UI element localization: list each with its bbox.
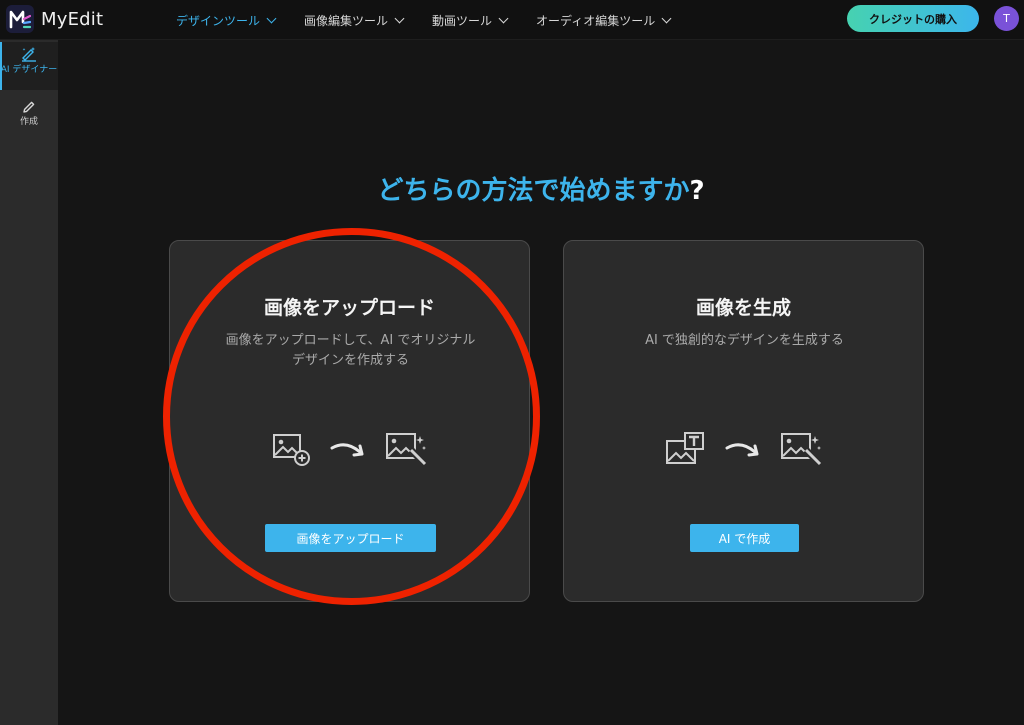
image-magic-icon bbox=[780, 433, 822, 467]
chevron-down-icon bbox=[661, 13, 672, 23]
card-description: AI で独創的なデザインを生成する bbox=[594, 331, 895, 351]
chevron-down-icon bbox=[394, 13, 405, 23]
card-illustration bbox=[564, 429, 923, 469]
nav-label: デザインツール bbox=[176, 13, 261, 28]
curved-arrow-icon bbox=[725, 443, 758, 457]
logo[interactable]: MyEdit bbox=[6, 5, 103, 33]
card-title: 画像を生成 bbox=[695, 297, 791, 319]
page-title: どちらの方法で始めますか? bbox=[58, 170, 1024, 207]
nav-label: 画像編集ツール bbox=[304, 13, 389, 28]
curved-arrow-icon bbox=[330, 443, 363, 457]
sidebar-item-label: AI デザイナー bbox=[0, 65, 58, 75]
image-magic-icon bbox=[385, 433, 427, 467]
sidebar-item-label: 作成 bbox=[19, 117, 38, 127]
image-text-icon bbox=[665, 432, 704, 464]
card-illustration bbox=[170, 429, 529, 469]
nav-image-edit-tools[interactable]: 画像編集ツール bbox=[304, 12, 405, 29]
avatar[interactable]: T bbox=[994, 6, 1019, 31]
app-name: MyEdit bbox=[41, 8, 104, 30]
nav-label: 動画ツール bbox=[432, 13, 493, 28]
ai-create-button[interactable]: AI で作成 bbox=[690, 524, 799, 552]
page-title-suffix: ? bbox=[689, 176, 705, 206]
buy-credits-button[interactable]: クレジットの購入 bbox=[847, 5, 979, 32]
image-add-icon bbox=[272, 434, 310, 466]
card-description: 画像をアップロードして、AI でオリジナル デザインを作成する bbox=[200, 331, 501, 371]
sidebar-item-create[interactable]: 作成 bbox=[0, 100, 58, 127]
top-bar: MyEdit デザインツール 画像編集ツール 動画ツール オーディオ編集ツール … bbox=[0, 0, 1024, 40]
nav-label: オーディオ編集ツール bbox=[536, 13, 656, 28]
card-description-line: デザインを作成する bbox=[291, 353, 409, 368]
chevron-down-icon bbox=[498, 13, 509, 23]
nav-design-tools[interactable]: デザインツール bbox=[176, 12, 277, 29]
nav-video-tools[interactable]: 動画ツール bbox=[432, 12, 509, 29]
ai-design-icon bbox=[22, 47, 36, 62]
nav-audio-edit-tools[interactable]: オーディオ編集ツール bbox=[536, 12, 672, 29]
sidebar: AI デザイナー 作成 bbox=[0, 40, 58, 725]
card-title: 画像をアップロード bbox=[263, 297, 435, 319]
myedit-logo-icon bbox=[6, 5, 34, 33]
generate-image-card[interactable]: 画像を生成 AI で独創的なデザインを生成する AI で作成 bbox=[563, 240, 924, 602]
chevron-down-icon bbox=[266, 13, 277, 23]
upload-image-card[interactable]: 画像をアップロード 画像をアップロードして、AI でオリジナル デザインを作成す… bbox=[169, 240, 530, 602]
upload-image-button[interactable]: 画像をアップロード bbox=[265, 524, 436, 552]
card-description-line: AI で独創的なデザインを生成する bbox=[645, 333, 844, 348]
sidebar-item-ai-designer[interactable]: AI デザイナー bbox=[0, 42, 58, 90]
card-description-line: 画像をアップロードして、AI でオリジナル bbox=[225, 333, 476, 348]
pencil-icon bbox=[23, 101, 35, 113]
main-nav: デザインツール 画像編集ツール 動画ツール オーディオ編集ツール bbox=[176, 0, 699, 40]
page-title-highlight: どちらの方法で始めますか bbox=[377, 176, 690, 206]
